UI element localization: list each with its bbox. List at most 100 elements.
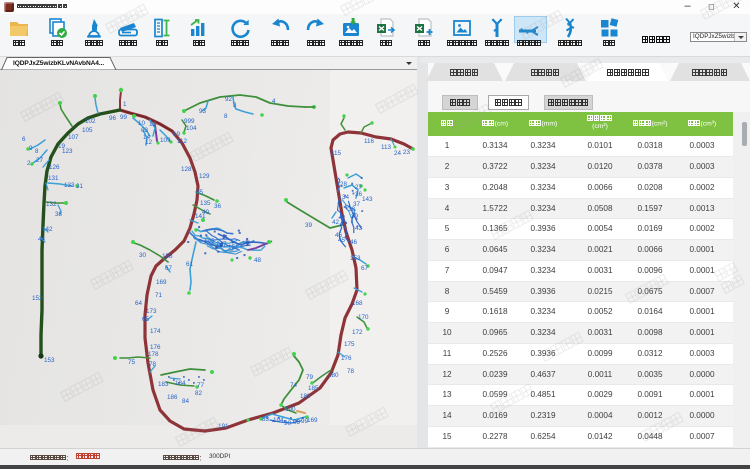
svg-text:104: 104 [186,125,197,132]
svg-text:8: 8 [35,148,39,155]
svg-text:143: 143 [362,196,373,203]
svg-text:153: 153 [44,357,55,364]
svg-text:83: 83 [262,416,270,423]
svg-text:82: 82 [195,390,203,397]
svg-text:169: 169 [156,279,167,286]
svg-text:28: 28 [340,181,348,188]
svg-text:176: 176 [341,355,352,362]
svg-text:141: 141 [195,213,206,220]
svg-text:39: 39 [305,222,313,229]
svg-text:44: 44 [38,236,46,243]
svg-text:112: 112 [177,138,188,145]
svg-text:133: 133 [64,182,75,189]
svg-text:113: 113 [381,144,392,151]
svg-text:123: 123 [62,148,73,155]
svg-text:6: 6 [22,136,26,143]
svg-text:175: 175 [344,341,355,348]
svg-text:999: 999 [184,118,195,125]
svg-text:75: 75 [128,359,136,366]
svg-text:184: 184 [175,380,186,387]
svg-text:42: 42 [332,219,340,226]
svg-text:35: 35 [196,189,204,196]
svg-text:145: 145 [204,238,215,245]
svg-text:158: 158 [162,253,173,260]
svg-text:79: 79 [306,374,314,381]
svg-text:67: 67 [165,265,173,272]
svg-text:27: 27 [355,184,363,191]
svg-text:18: 18 [149,121,157,128]
svg-text:38: 38 [55,211,63,218]
svg-text:61: 61 [186,261,194,268]
svg-text:1: 1 [123,101,127,108]
svg-text:135: 135 [200,200,211,207]
svg-text:115: 115 [331,150,342,157]
svg-text:24: 24 [394,150,402,157]
svg-text:27: 27 [36,157,44,164]
svg-text:105: 105 [82,127,93,134]
svg-text:30: 30 [139,252,147,259]
svg-text:129: 129 [199,173,210,180]
svg-text:168: 168 [352,300,363,307]
svg-text:126: 126 [49,164,60,171]
svg-text:189: 189 [300,393,311,400]
svg-text:99: 99 [120,114,128,121]
svg-text:43: 43 [355,225,363,232]
svg-text:93: 93 [199,108,207,115]
svg-text:39: 39 [351,213,359,220]
svg-text:194: 194 [273,417,284,424]
svg-text:45: 45 [338,237,346,244]
svg-text:2: 2 [27,160,31,167]
svg-text:132: 132 [46,201,57,208]
svg-text:142: 142 [42,226,53,233]
svg-text:190: 190 [285,406,296,413]
svg-text:67: 67 [361,265,369,272]
svg-text:03: 03 [141,127,149,134]
svg-text:173: 173 [146,308,157,315]
svg-text:4: 4 [272,98,276,105]
svg-text:10: 10 [138,120,146,127]
svg-text:180: 180 [328,372,339,379]
svg-text:48: 48 [254,257,262,264]
svg-text:174: 174 [150,328,161,335]
svg-text:176: 176 [150,344,161,351]
svg-text:12: 12 [145,139,153,146]
svg-text:84: 84 [182,398,190,405]
svg-text:186: 186 [167,394,178,401]
svg-text:38: 38 [348,206,356,213]
svg-text:93: 93 [293,419,301,426]
svg-text:152: 152 [32,295,43,302]
svg-text:8: 8 [224,113,228,120]
svg-text:96: 96 [109,115,117,122]
svg-text:36: 36 [214,203,222,210]
svg-text:34: 34 [342,194,350,201]
svg-text:31: 31 [76,183,84,190]
svg-text:77: 77 [197,382,205,389]
svg-text:170: 170 [358,314,369,321]
svg-text:147: 147 [216,241,227,248]
svg-text:71: 71 [155,292,163,299]
svg-text:178: 178 [148,351,159,358]
svg-text:90: 90 [284,420,292,427]
svg-text:78: 78 [149,361,157,368]
svg-text:46: 46 [350,239,358,246]
svg-text:64: 64 [135,300,143,307]
svg-text:109: 109 [160,137,171,144]
svg-text:185: 185 [308,385,319,392]
svg-text:74: 74 [290,382,298,389]
svg-text:151: 151 [228,244,239,251]
svg-text:3: 3 [233,102,237,109]
svg-text:169: 169 [307,417,318,424]
svg-text:23: 23 [403,149,411,156]
svg-text:172: 172 [352,329,363,336]
svg-text:102: 102 [85,118,96,125]
svg-text:78: 78 [347,368,355,375]
svg-text:65: 65 [142,316,150,323]
svg-text:92: 92 [225,96,233,103]
svg-text:9: 9 [29,145,33,152]
svg-text:116: 116 [364,138,375,145]
svg-text:183: 183 [158,381,169,388]
svg-text:19: 19 [173,131,181,138]
svg-text:153: 153 [350,255,361,262]
svg-text:131: 131 [48,175,59,182]
svg-text:128: 128 [181,166,192,173]
